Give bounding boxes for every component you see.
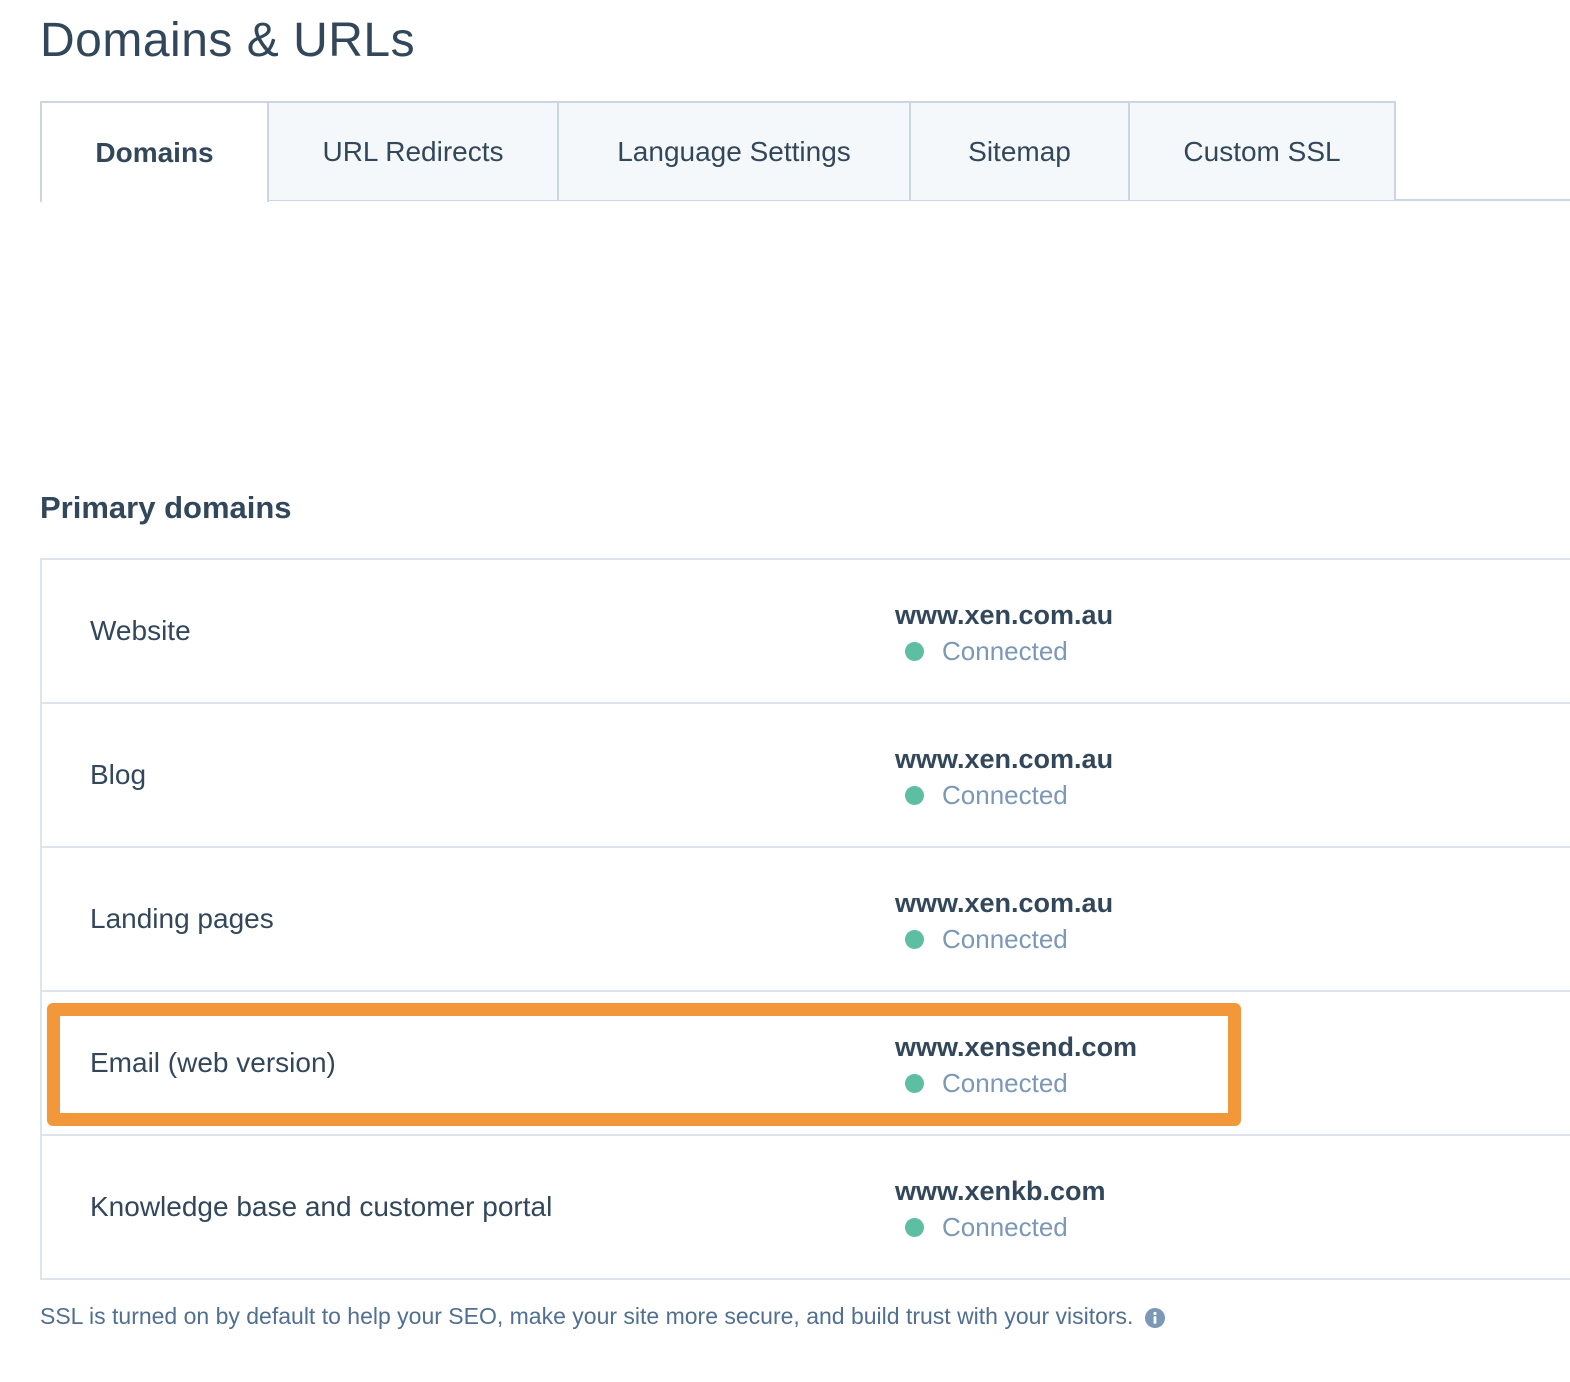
row-value: www.xensend.com Connected [895, 1030, 1137, 1100]
row-label: Landing pages [90, 903, 274, 934]
row-value: www.xen.com.au Connected [895, 886, 1113, 956]
page-title: Domains & URLs [40, 14, 416, 67]
tab-language-settings[interactable]: Language Settings [559, 101, 911, 200]
status-indicator: Connected [895, 1066, 1137, 1100]
status-text: Connected [942, 1068, 1068, 1098]
primary-domains-table: Website www.xen.com.au Connected Blog ww… [40, 558, 1570, 1280]
ssl-footnote: SSL is turned on by default to help your… [40, 1303, 1166, 1330]
domain-row-email: Email (web version) www.xensend.com Conn… [42, 992, 1570, 1136]
status-dot-icon [905, 641, 924, 661]
domain-row-blog: Blog www.xen.com.au Connected [42, 704, 1570, 848]
domain-row-knowledge-base: Knowledge base and customer portal www.x… [42, 1136, 1570, 1280]
status-text: Connected [942, 780, 1068, 810]
row-value: www.xen.com.au Connected [895, 742, 1113, 812]
tab-bar: Domains URL Redirects Language Settings … [40, 101, 1396, 202]
row-label: Blog [90, 759, 147, 790]
status-dot-icon [905, 1073, 924, 1093]
domain-name: www.xen.com.au [895, 744, 1114, 774]
row-label: Website [90, 615, 191, 646]
tab-domains[interactable]: Domains [40, 101, 269, 202]
domain-name: www.xen.com.au [895, 888, 1114, 918]
tab-custom-ssl[interactable]: Custom SSL [1130, 101, 1396, 200]
status-dot-icon [905, 785, 924, 805]
section-title: Primary domains [40, 490, 292, 525]
domain-name: www.xensend.com [895, 1032, 1138, 1062]
status-text: Connected [942, 1212, 1068, 1242]
row-label: Knowledge base and customer portal [90, 1191, 553, 1222]
status-indicator: Connected [895, 634, 1113, 668]
row-value: www.xen.com.au Connected [895, 598, 1113, 668]
tab-sitemap[interactable]: Sitemap [911, 101, 1130, 200]
status-text: Connected [942, 924, 1068, 954]
status-indicator: Connected [895, 1210, 1106, 1244]
row-value: www.xenkb.com Connected [895, 1174, 1106, 1244]
info-icon[interactable] [1145, 1307, 1166, 1328]
tab-url-redirects[interactable]: URL Redirects [269, 101, 559, 200]
footnote-text: SSL is turned on by default to help your… [40, 1303, 1134, 1329]
status-indicator: Connected [895, 778, 1113, 812]
domain-row-landing-pages: Landing pages www.xen.com.au Connected [42, 848, 1570, 992]
domain-name: www.xen.com.au [895, 600, 1114, 630]
status-text: Connected [942, 636, 1068, 666]
status-dot-icon [905, 929, 924, 949]
row-label: Email (web version) [90, 1047, 336, 1078]
status-dot-icon [905, 1217, 924, 1237]
status-indicator: Connected [895, 922, 1113, 956]
domain-name: www.xenkb.com [895, 1176, 1106, 1206]
domain-row-website: Website www.xen.com.au Connected [42, 560, 1570, 704]
